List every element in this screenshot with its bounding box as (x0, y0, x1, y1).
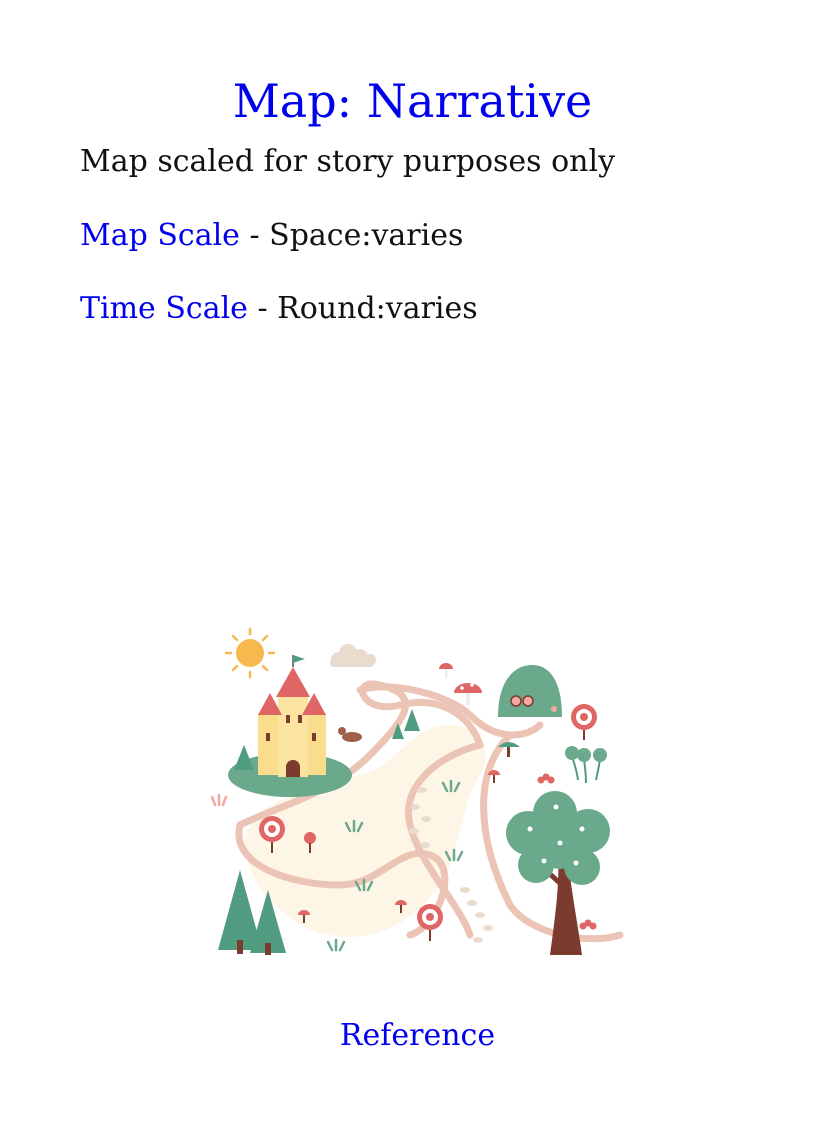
page-title: Map: Narrative (232, 74, 593, 128)
map-scale-value: Space:varies (269, 218, 464, 253)
reference-line: Reference (0, 1016, 825, 1056)
sun-icon (224, 627, 276, 679)
fox-icon (338, 727, 362, 742)
map-scale-link[interactable]: Map Scale (80, 218, 240, 253)
big-tree-icon (506, 791, 610, 955)
map-scale-line: Map Scale - Space:varies (80, 216, 463, 256)
target-icon (417, 904, 443, 941)
castle-icon (258, 655, 326, 777)
storybook-map-illustration (210, 627, 624, 955)
scale-note: Map scaled for story purposes only (80, 144, 616, 179)
cloud-icon (330, 644, 376, 667)
time-scale-link[interactable]: Time Scale (80, 291, 248, 326)
flower-icon (579, 919, 597, 930)
time-scale-value: Round:varies (277, 291, 478, 326)
map-scale-separator: - (239, 218, 270, 253)
grass-tuft-icon (210, 793, 228, 807)
target-icon (571, 704, 597, 740)
time-scale-separator: - (247, 291, 278, 326)
flower-icon (537, 773, 555, 784)
time-scale-line: Time Scale - Round:varies (80, 289, 478, 329)
reference-link[interactable]: Reference (340, 1018, 495, 1053)
pine-tree-icon (234, 745, 254, 770)
hill-house-icon (498, 665, 562, 717)
mushroom-icon (454, 683, 482, 705)
mushroom-icon (439, 663, 453, 679)
